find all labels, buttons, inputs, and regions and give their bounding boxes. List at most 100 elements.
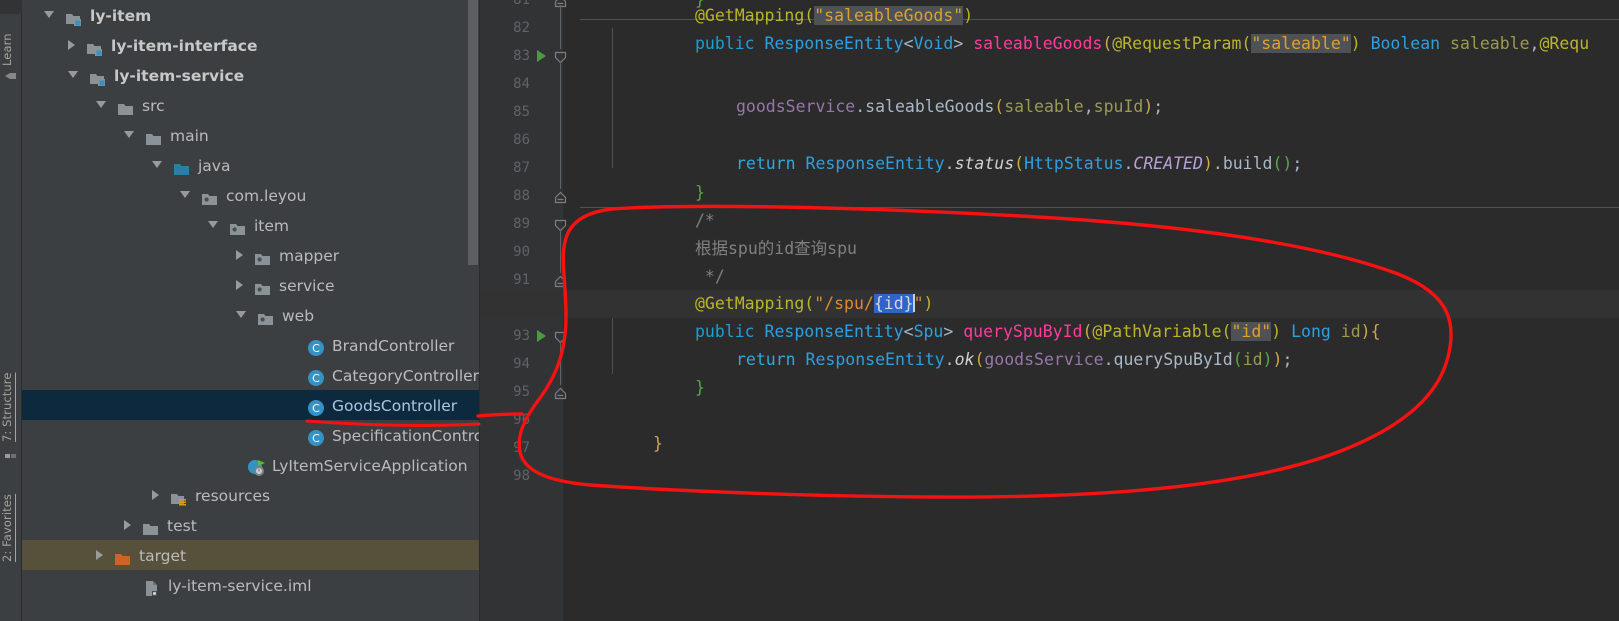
tree-node-service[interactable]: service <box>22 270 479 300</box>
tree-node-target[interactable]: target <box>22 540 479 570</box>
code-text-area[interactable]: } @GetMapping("saleableGoods") public Re… <box>480 0 1619 621</box>
tree-node-label: java <box>198 156 231 175</box>
java-class-icon: C <box>307 397 325 416</box>
chevron-right-icon[interactable] <box>124 519 131 530</box>
tree-node-main[interactable]: main <box>22 120 479 150</box>
tree-node-web[interactable]: web <box>22 300 479 330</box>
tree-node-src[interactable]: src <box>22 90 479 120</box>
line-number-95: 95 <box>513 384 530 400</box>
tree-node-test[interactable]: test <box>22 510 479 540</box>
package-icon <box>201 187 219 205</box>
iml-file-icon <box>143 577 161 596</box>
tree-node-goodscontroller[interactable]: C GoodsController <box>22 390 479 420</box>
svg-text:C: C <box>312 372 320 385</box>
fold-region-line <box>560 61 561 189</box>
tree-node-label: service <box>279 276 335 295</box>
package-icon <box>254 247 272 265</box>
line-number-88: 88 <box>513 188 530 204</box>
code-line-82[interactable]: @GetMapping("saleableGoods") <box>695 2 973 30</box>
ide-window: Learn 7: Structure 2: Favorites ly-item l… <box>0 0 1619 621</box>
tree-node-item[interactable]: item <box>22 210 479 240</box>
toolwindow-button-learn[interactable]: Learn <box>0 6 22 66</box>
excluded-folder-icon <box>114 547 132 565</box>
spring-boot-run-icon <box>247 457 265 476</box>
svg-text:C: C <box>312 342 320 355</box>
package-icon <box>257 307 275 325</box>
tree-node-label: src <box>142 96 165 115</box>
code-line-85[interactable]: goodsService.saleableGoods(saleable,spuI… <box>736 93 1163 121</box>
tree-node-label: main <box>170 126 209 145</box>
code-line-94[interactable]: return ResponseEntity.ok(goodsService.qu… <box>736 346 1292 374</box>
line-number-85: 85 <box>513 104 530 120</box>
code-line-92[interactable]: @GetMapping("/spu/{id}") <box>695 290 933 318</box>
tree-node-java[interactable]: java <box>22 150 479 180</box>
svg-text:C: C <box>312 432 320 445</box>
tree-node-ly-item-interface[interactable]: ly-item-interface <box>22 30 479 60</box>
chevron-right-icon[interactable] <box>236 249 243 260</box>
project-panel-scrollbar[interactable] <box>468 0 478 265</box>
chevron-right-icon[interactable] <box>96 549 103 560</box>
code-line-89[interactable]: /* <box>695 207 715 235</box>
project-tool-window[interactable]: ly-item ly-item-interface ly-item-service s… <box>22 0 479 621</box>
run-method-icon-line-83[interactable] <box>537 50 546 62</box>
code-line-95[interactable]: } <box>695 374 705 402</box>
chevron-down-icon[interactable] <box>180 191 190 198</box>
toolwindow-button-structure[interactable]: 7: Structure <box>0 348 22 442</box>
code-line-91[interactable]: */ <box>695 263 725 291</box>
chevron-right-icon[interactable] <box>236 279 243 290</box>
java-class-icon: C <box>307 427 325 446</box>
svg-text:C: C <box>312 402 320 415</box>
chevron-down-icon[interactable] <box>44 11 54 18</box>
code-line-93[interactable]: public ResponseEntity<Spu> querySpuById(… <box>695 318 1381 346</box>
code-line-88[interactable]: } <box>695 179 705 207</box>
tree-node-resources[interactable]: resources <box>22 480 479 510</box>
fold-region-line <box>560 5 561 49</box>
code-line-87[interactable]: return ResponseEntity.status(HttpStatus.… <box>736 150 1302 178</box>
module-folder-icon <box>89 67 107 86</box>
line-number-90: 90 <box>513 244 530 260</box>
chevron-down-icon[interactable] <box>96 101 106 108</box>
chevron-right-icon[interactable] <box>68 39 75 50</box>
line-number-86: 86 <box>513 132 530 148</box>
chevron-down-icon[interactable] <box>208 221 218 228</box>
tree-node-com-leyou[interactable]: com.leyou <box>22 180 479 210</box>
tree-node-ly-item-service-iml[interactable]: ly-item-service.iml <box>22 570 479 600</box>
code-editor[interactable]: 818283848586878889909192939495969798 } @… <box>480 0 1619 621</box>
indent-guide <box>612 318 613 374</box>
tree-node-lyitemserviceapplication[interactable]: LyItemServiceApplication <box>22 450 479 480</box>
run-method-icon-line-93[interactable] <box>537 330 546 342</box>
line-number-94: 94 <box>513 356 530 372</box>
tree-node-ly-item[interactable]: ly-item <box>22 0 479 30</box>
method-separator <box>580 207 1619 208</box>
tree-node-label: CategoryController <box>332 366 479 385</box>
tree-node-specificationcontroll[interactable]: C SpecificationControll <box>22 420 479 450</box>
tree-node-mapper[interactable]: mapper <box>22 240 479 270</box>
tree-node-label: SpecificationControll <box>332 426 479 445</box>
chevron-down-icon[interactable] <box>152 161 162 168</box>
project-tree[interactable]: ly-item ly-item-interface ly-item-service s… <box>22 0 479 600</box>
chevron-down-icon[interactable] <box>68 71 78 78</box>
code-line-97[interactable]: } <box>653 430 663 458</box>
chevron-down-icon[interactable] <box>236 311 246 318</box>
tree-node-categorycontroller[interactable]: C CategoryController <box>22 360 479 390</box>
tree-node-brandcontroller[interactable]: C BrandController <box>22 330 479 360</box>
indent-guide <box>612 28 613 168</box>
chevron-right-icon[interactable] <box>152 489 159 500</box>
learn-icon <box>4 68 18 82</box>
tree-node-label: item <box>254 216 290 235</box>
left-tool-strip: Learn 7: Structure 2: Favorites <box>0 0 22 621</box>
package-icon <box>254 277 272 295</box>
java-class-icon: C <box>307 337 325 356</box>
tree-node-ly-item-service[interactable]: ly-item-service <box>22 60 479 90</box>
code-line-90[interactable]: 根据spu的id查询spu <box>695 235 857 263</box>
chevron-down-icon[interactable] <box>124 131 134 138</box>
toolwindow-button-favorites[interactable]: 2: Favorites <box>0 466 22 562</box>
code-line-83[interactable]: public ResponseEntity<Void> saleableGood… <box>695 30 1589 58</box>
tree-node-label: target <box>139 546 187 565</box>
line-number-97: 97 <box>513 440 530 456</box>
line-number-84: 84 <box>513 76 530 92</box>
tree-node-label: GoodsController <box>332 396 458 415</box>
module-folder-icon <box>86 37 104 56</box>
resources-folder-icon <box>170 487 188 506</box>
folder-icon <box>117 97 135 115</box>
